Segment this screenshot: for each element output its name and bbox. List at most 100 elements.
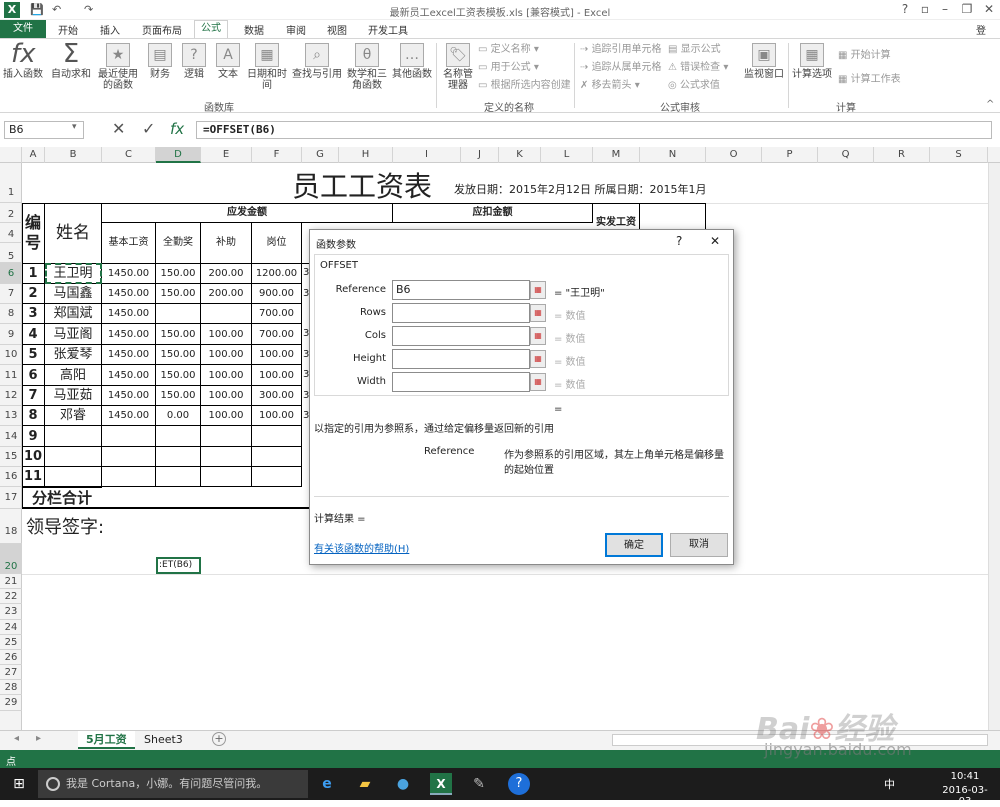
range-picker-icon[interactable]: ▦ bbox=[530, 373, 546, 391]
range-picker-icon[interactable]: ▦ bbox=[530, 281, 546, 299]
column-header[interactable]: K bbox=[499, 147, 541, 163]
cell-post[interactable]: 700.00 bbox=[252, 324, 302, 345]
cell-base[interactable]: 1450.00 bbox=[102, 406, 156, 426]
column-header[interactable]: D bbox=[156, 147, 201, 163]
column-header[interactable]: R bbox=[874, 147, 930, 163]
column-header[interactable]: S bbox=[930, 147, 988, 163]
row-header[interactable]: 21 bbox=[0, 574, 22, 589]
insert-function-icon[interactable]: fx bbox=[170, 120, 184, 138]
row-header[interactable]: 26 bbox=[0, 650, 22, 665]
cell-bonus[interactable] bbox=[156, 447, 201, 467]
column-header[interactable]: Q bbox=[818, 147, 874, 163]
cell-allow[interactable]: 200.00 bbox=[201, 284, 252, 304]
clock-time[interactable]: 10:41 bbox=[940, 771, 990, 782]
cell-name[interactable] bbox=[45, 426, 102, 447]
collapse-ribbon-icon[interactable]: ^ bbox=[986, 99, 994, 110]
range-picker-icon[interactable]: ▦ bbox=[530, 327, 546, 345]
tab-home[interactable]: 开始 bbox=[52, 22, 84, 37]
cortana-search-box[interactable]: 我是 Cortana，小娜。有问题尽管问我。 bbox=[38, 770, 308, 798]
arg-input-reference[interactable]: B6 bbox=[392, 280, 530, 300]
dialog-close-icon[interactable]: ✕ bbox=[710, 234, 720, 248]
tab-file[interactable]: 文件 bbox=[0, 20, 46, 38]
row-header[interactable]: 27 bbox=[0, 665, 22, 680]
remove-arrows-button[interactable]: ✗ 移去箭头 ▾ bbox=[580, 77, 640, 95]
column-header[interactable]: I bbox=[393, 147, 461, 163]
row-header[interactable]: 16 bbox=[0, 467, 22, 487]
cell-post[interactable]: 100.00 bbox=[252, 406, 302, 426]
help-icon[interactable]: ? bbox=[894, 2, 916, 16]
insert-function-button[interactable]: fx 插入函数 bbox=[2, 41, 44, 80]
column-header[interactable]: E bbox=[201, 147, 252, 163]
logical-button[interactable]: ? 逻辑 bbox=[180, 43, 208, 80]
name-manager-button[interactable]: 🏷 名称管理器 bbox=[440, 43, 476, 91]
arg-input-width[interactable] bbox=[392, 372, 530, 392]
cell-allow[interactable]: 100.00 bbox=[201, 386, 252, 406]
cell-bonus[interactable]: 0.00 bbox=[156, 406, 201, 426]
cell-name[interactable]: 邓睿 bbox=[45, 406, 102, 426]
cell-bonus[interactable]: 150.00 bbox=[156, 263, 201, 284]
cell-allow[interactable] bbox=[201, 304, 252, 324]
column-header[interactable]: F bbox=[252, 147, 302, 163]
tab-data[interactable]: 数据 bbox=[238, 22, 270, 37]
row-header[interactable]: 17 bbox=[0, 487, 22, 509]
help-app-icon[interactable]: ? bbox=[508, 773, 530, 795]
watch-window-button[interactable]: ▣ 监视窗口 bbox=[742, 43, 786, 80]
financial-button[interactable]: ▤ 财务 bbox=[146, 43, 174, 80]
cell-name[interactable] bbox=[45, 467, 102, 487]
cell-allow[interactable]: 100.00 bbox=[201, 406, 252, 426]
active-cell-editor[interactable]: :ET(B6) bbox=[156, 557, 201, 574]
column-header[interactable]: J bbox=[461, 147, 499, 163]
cell-no[interactable]: 5 bbox=[22, 345, 45, 365]
cell-no[interactable]: 3 bbox=[22, 304, 45, 324]
arg-input-rows[interactable] bbox=[392, 303, 530, 323]
row-header[interactable]: 15 bbox=[0, 447, 22, 467]
cell-no[interactable]: 9 bbox=[22, 426, 45, 447]
tab-formulas[interactable]: 公式 bbox=[194, 20, 228, 39]
cell-no[interactable]: 8 bbox=[22, 406, 45, 426]
column-header[interactable]: A bbox=[22, 147, 45, 163]
cell-allow[interactable]: 100.00 bbox=[201, 324, 252, 345]
cell-base[interactable]: 1450.00 bbox=[102, 324, 156, 345]
cell-name[interactable]: 高阳 bbox=[45, 365, 102, 386]
row-header[interactable]: 24 bbox=[0, 620, 22, 635]
browser-icon[interactable]: ● bbox=[392, 773, 414, 795]
calc-sheet-button[interactable]: ▦ 计算工作表 bbox=[838, 71, 901, 89]
ok-button[interactable]: 确定 bbox=[605, 533, 663, 557]
range-picker-icon[interactable]: ▦ bbox=[530, 350, 546, 368]
other-functions-button[interactable]: … 其他函数 bbox=[392, 43, 432, 80]
tab-developer[interactable]: 开发工具 bbox=[362, 22, 414, 37]
cell-no[interactable]: 10 bbox=[22, 447, 45, 467]
lookup-button[interactable]: ⌕ 查找与引用 bbox=[292, 43, 342, 80]
row-header[interactable]: 25 bbox=[0, 635, 22, 650]
text-button[interactable]: A 文本 bbox=[214, 43, 242, 80]
row-header[interactable]: 5 bbox=[0, 243, 22, 263]
trace-precedents-button[interactable]: ⇢ 追踪引用单元格 bbox=[580, 41, 662, 59]
tab-review[interactable]: 审阅 bbox=[280, 22, 312, 37]
cell-name[interactable]: 张爱琴 bbox=[45, 345, 102, 365]
cell-base[interactable]: 1450.00 bbox=[102, 304, 156, 324]
cell-no[interactable]: 4 bbox=[22, 324, 45, 345]
column-header[interactable]: B bbox=[45, 147, 102, 163]
cell-post[interactable]: 300.00 bbox=[252, 386, 302, 406]
dialog-help-icon[interactable]: ? bbox=[676, 234, 682, 248]
tab-page-layout[interactable]: 页面布局 bbox=[136, 22, 188, 37]
cell-post[interactable] bbox=[252, 467, 302, 487]
datetime-button[interactable]: ▦ 日期和时间 bbox=[244, 43, 290, 91]
vertical-scrollbar[interactable] bbox=[988, 163, 1000, 730]
enter-icon[interactable]: ✓ bbox=[142, 119, 155, 138]
cell-bonus[interactable]: 150.00 bbox=[156, 365, 201, 386]
cell-post[interactable]: 900.00 bbox=[252, 284, 302, 304]
ime-indicator[interactable]: 中 bbox=[884, 776, 895, 792]
windows-start-icon[interactable]: ⊞ bbox=[8, 773, 30, 795]
cell-bonus[interactable] bbox=[156, 304, 201, 324]
excel-taskbar-icon[interactable]: X bbox=[430, 773, 452, 795]
cell-base[interactable] bbox=[102, 426, 156, 447]
cell-post[interactable]: 700.00 bbox=[252, 304, 302, 324]
row-header[interactable]: 18 bbox=[0, 509, 22, 544]
tab-view[interactable]: 视图 bbox=[321, 22, 353, 37]
column-header[interactable]: C bbox=[102, 147, 156, 163]
cell-post[interactable]: 100.00 bbox=[252, 345, 302, 365]
cell-no[interactable]: 1 bbox=[22, 263, 45, 284]
cell-name[interactable]: 郑国斌 bbox=[45, 304, 102, 324]
arg-input-height[interactable] bbox=[392, 349, 530, 369]
